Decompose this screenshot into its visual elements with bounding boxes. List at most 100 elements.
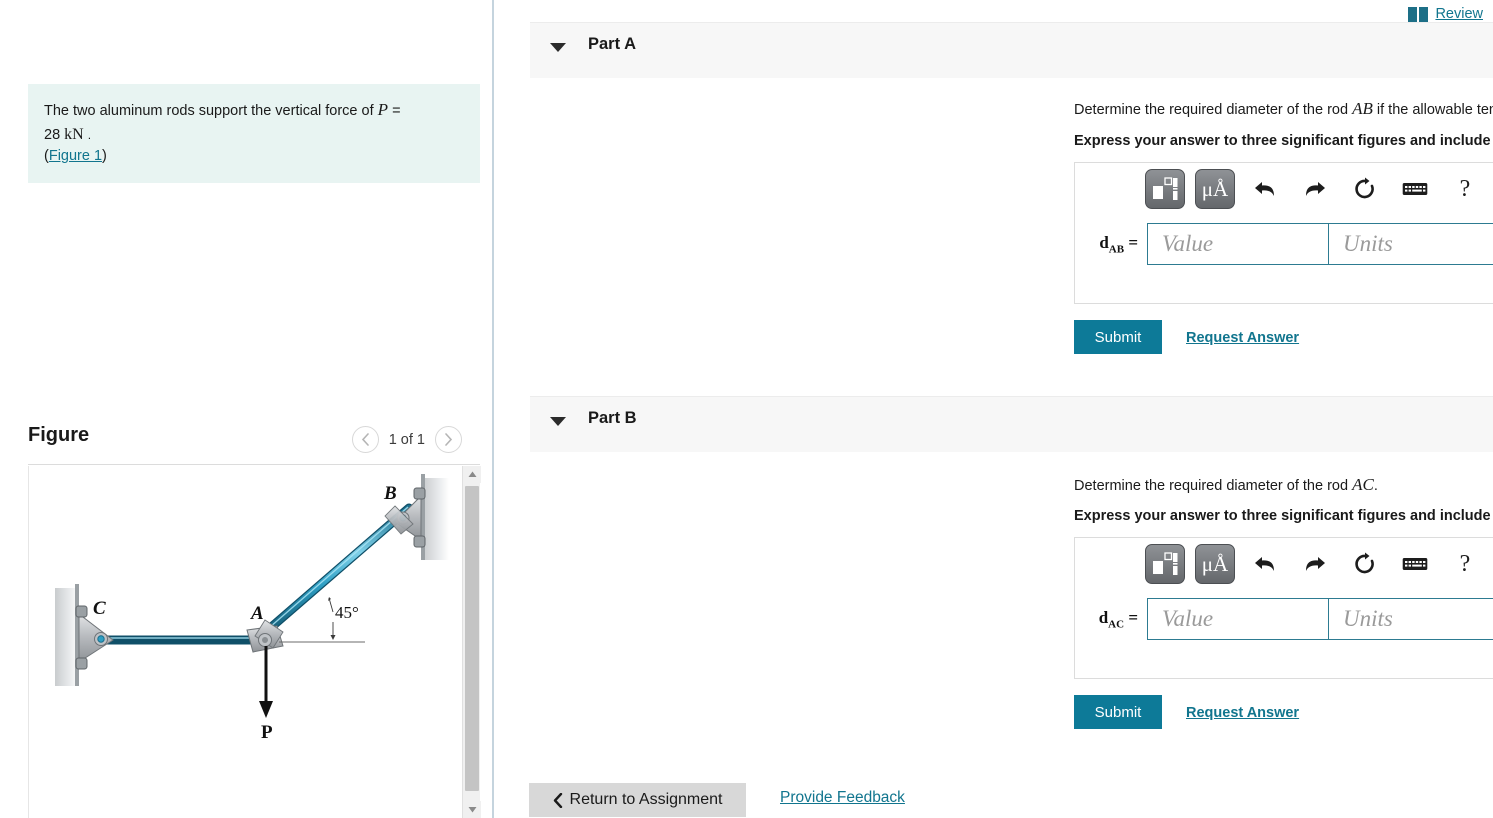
part-a-answer-box: μÅ ? dAB = Value Units bbox=[1074, 162, 1493, 304]
undo-arrow-icon[interactable] bbox=[1245, 169, 1285, 209]
paren-close: ) bbox=[102, 147, 107, 164]
force-symbol-P: P bbox=[377, 100, 389, 119]
part-b-value-placeholder: Value bbox=[1162, 606, 1214, 631]
part-b-units-input[interactable]: Units bbox=[1329, 598, 1493, 640]
part-a-submit-button[interactable]: Submit bbox=[1074, 320, 1162, 354]
truss-figure: B C A P 45° bbox=[55, 474, 449, 743]
left-panel: The two aluminum rods support the vertic… bbox=[0, 0, 492, 818]
part-a-question: Determine the required diameter of the r… bbox=[1074, 96, 1493, 124]
part-b-var-sub: AC bbox=[1108, 618, 1125, 631]
redo-glyph bbox=[1306, 182, 1325, 196]
micro-angstrom-units-icon[interactable]: μÅ bbox=[1195, 169, 1235, 209]
part-a-input-row: dAB = Value Units bbox=[1085, 223, 1493, 265]
part-a-variable-label: dAB = bbox=[1085, 233, 1147, 255]
part-a-units-placeholder: Units bbox=[1343, 231, 1393, 256]
part-a-header[interactable]: Part A bbox=[530, 22, 1493, 78]
scroll-down-button[interactable] bbox=[463, 801, 481, 818]
force-unit: kN bbox=[64, 125, 84, 143]
part-a-units-input[interactable]: Units bbox=[1329, 223, 1493, 265]
problem-statement: The two aluminum rods support the vertic… bbox=[28, 84, 480, 183]
figure-title: Figure bbox=[28, 424, 90, 446]
review-label: Review bbox=[1435, 6, 1483, 22]
part-b-label: Part B bbox=[588, 409, 637, 427]
problem-equals: = bbox=[388, 103, 401, 119]
part-a-label: Part A bbox=[588, 35, 636, 53]
force-value: 28 bbox=[44, 126, 61, 143]
reset-circle-icon[interactable] bbox=[1345, 169, 1385, 209]
part-a-value-input[interactable]: Value bbox=[1147, 223, 1329, 265]
right-panel: Review Part A Determine the required dia… bbox=[494, 0, 1493, 818]
part-a-value-placeholder: Value bbox=[1162, 231, 1214, 256]
math-template-icon[interactable] bbox=[1145, 169, 1185, 209]
assignment-page: The two aluminum rods support the vertic… bbox=[0, 0, 1493, 818]
part-b-value-input[interactable]: Value bbox=[1147, 598, 1329, 640]
reset-glyph bbox=[1355, 177, 1374, 199]
figure-viewport[interactable]: B C A P 45° bbox=[28, 466, 480, 818]
part-b-var-eq: = bbox=[1124, 607, 1138, 627]
figure-1-link[interactable]: Figure 1 bbox=[49, 148, 102, 164]
scrollbar-thumb[interactable] bbox=[465, 486, 479, 791]
undo-glyph bbox=[1255, 182, 1274, 196]
part-a-question-mid: if the allowable tensile stress for the … bbox=[1376, 102, 1493, 118]
keyboard-icon[interactable] bbox=[1395, 169, 1435, 209]
caret-down-icon[interactable] bbox=[550, 417, 566, 426]
math-template-glyph bbox=[1153, 177, 1178, 200]
figure-label-angle: 45° bbox=[335, 603, 359, 622]
undo-arrow-icon[interactable] bbox=[1245, 544, 1285, 584]
keyboard-glyph bbox=[1402, 183, 1428, 195]
units-glyph: μÅ bbox=[1201, 551, 1229, 576]
part-b-rod: AC bbox=[1352, 475, 1374, 494]
problem-text: The two aluminum rods support the vertic… bbox=[44, 103, 378, 119]
figure-next-button[interactable] bbox=[435, 426, 462, 453]
return-to-assignment-button[interactable]: Return to Assignment bbox=[529, 783, 746, 817]
micro-angstrom-units-icon[interactable]: μÅ bbox=[1195, 544, 1235, 584]
part-b-variable-label: dAC = bbox=[1085, 608, 1147, 630]
figure-pager: 1 of 1 bbox=[351, 426, 462, 453]
help-question-icon[interactable]: ? bbox=[1445, 169, 1485, 209]
problem-period: . bbox=[87, 127, 92, 142]
part-a-request-answer-link[interactable]: Request Answer bbox=[1186, 330, 1299, 346]
part-b-question: Determine the required diameter of the r… bbox=[1074, 472, 1493, 498]
part-b-submit-button[interactable]: Submit bbox=[1074, 695, 1162, 729]
keyboard-icon[interactable] bbox=[1395, 544, 1435, 584]
chevron-left-icon bbox=[553, 792, 562, 808]
part-a-question-pre: Determine the required diameter of the r… bbox=[1074, 102, 1353, 118]
return-label: Return to Assignment bbox=[569, 791, 723, 808]
part-a-var: d bbox=[1099, 232, 1109, 252]
part-b-question-pre: Determine the required diameter of the r… bbox=[1074, 478, 1353, 494]
part-b-units-placeholder: Units bbox=[1343, 606, 1393, 631]
keyboard-glyph bbox=[1402, 558, 1428, 570]
provide-feedback-link[interactable]: Provide Feedback bbox=[780, 789, 905, 807]
math-template-icon[interactable] bbox=[1145, 544, 1185, 584]
scroll-up-button[interactable] bbox=[463, 466, 481, 483]
figure-label-B: B bbox=[383, 483, 397, 504]
math-template-glyph bbox=[1153, 552, 1178, 575]
figure-label-C: C bbox=[93, 598, 106, 619]
undo-glyph bbox=[1255, 557, 1274, 571]
figure-divider bbox=[28, 464, 480, 465]
reset-circle-icon[interactable] bbox=[1345, 544, 1385, 584]
part-a-var-sub: AB bbox=[1108, 243, 1125, 256]
figure-header: Figure 1 of 1 bbox=[28, 422, 480, 466]
figure-page-count: 1 of 1 bbox=[388, 431, 425, 448]
part-b-request-answer-link[interactable]: Request Answer bbox=[1186, 705, 1299, 721]
part-b-header[interactable]: Part B bbox=[530, 396, 1493, 452]
chevron-right-icon bbox=[445, 433, 453, 446]
figure-label-A: A bbox=[250, 603, 264, 624]
part-b-question-end: . bbox=[1373, 478, 1378, 494]
part-b-instruction: Express your answer to three significant… bbox=[1074, 508, 1493, 524]
part-a-rod: AB bbox=[1352, 99, 1373, 118]
book-icon bbox=[1408, 6, 1429, 22]
caret-down-icon[interactable] bbox=[550, 43, 566, 52]
figure-prev-button[interactable] bbox=[351, 426, 379, 453]
redo-glyph bbox=[1306, 557, 1325, 571]
part-a-toolbar: μÅ ? bbox=[1145, 169, 1485, 209]
help-question-icon[interactable]: ? bbox=[1445, 544, 1485, 584]
review-link[interactable]: Review bbox=[1408, 6, 1483, 22]
redo-arrow-icon[interactable] bbox=[1295, 544, 1335, 584]
part-b-toolbar: μÅ ? bbox=[1145, 544, 1485, 584]
part-b-answer-box: μÅ ? dAC = Value Units bbox=[1074, 537, 1493, 679]
reset-glyph bbox=[1355, 552, 1374, 574]
figure-scrollbar[interactable] bbox=[462, 466, 481, 818]
redo-arrow-icon[interactable] bbox=[1295, 169, 1335, 209]
